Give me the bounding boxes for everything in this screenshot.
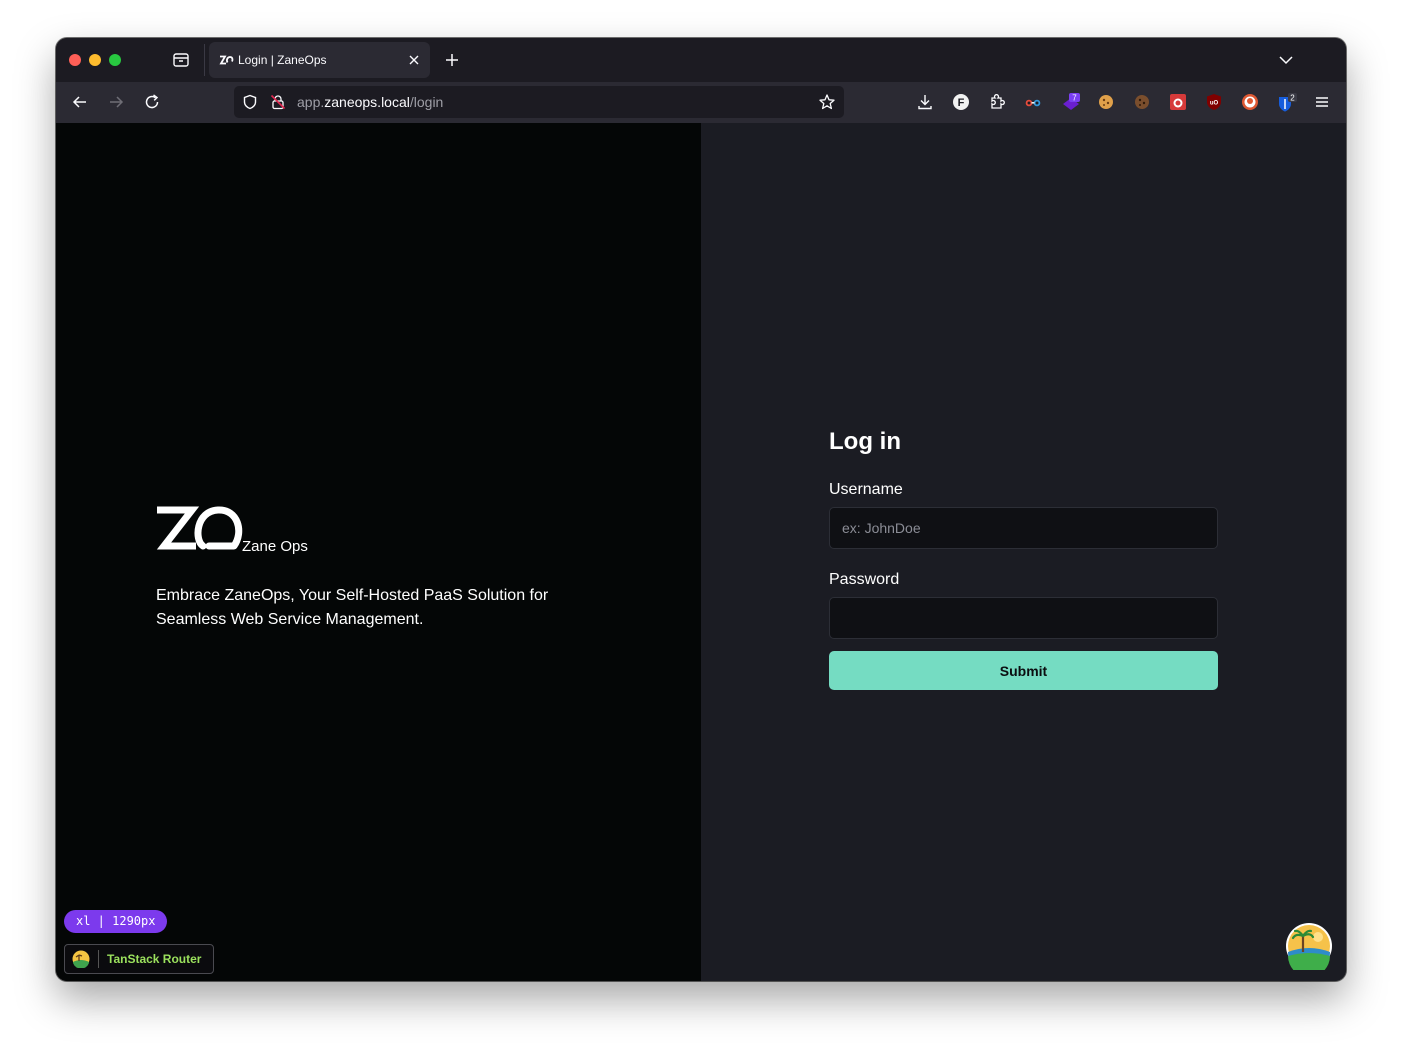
f-extension-letter: F (958, 97, 965, 109)
tab-separator (204, 44, 205, 76)
page-content: Zane Ops Embrace ZaneOps, Your Self-Host… (56, 123, 1346, 981)
browser-window: Login | ZaneOps app.zaneops.local/login … (56, 38, 1346, 981)
password-label: Password (829, 571, 900, 588)
shield-icon[interactable] (242, 94, 258, 110)
tanstack-router-label: TanStack Router (107, 952, 202, 966)
login-title: Log in (829, 428, 901, 455)
download-icon[interactable] (916, 93, 934, 111)
back-arrow-icon[interactable] (71, 93, 89, 111)
username-input[interactable] (829, 507, 1218, 549)
minimize-window-button[interactable] (89, 54, 101, 66)
red-extension-icon[interactable] (1169, 93, 1187, 111)
submit-button[interactable]: Submit (829, 651, 1218, 690)
bitwarden-badge: 2 (1290, 94, 1295, 103)
zaneops-logo (156, 506, 244, 552)
dark-cookie-icon[interactable] (1133, 93, 1151, 111)
bookmark-star-icon[interactable] (818, 93, 836, 111)
url-host: zaneops.local (324, 94, 410, 110)
brand-pane: Zane Ops Embrace ZaneOps, Your Self-Host… (56, 123, 701, 981)
breakpoint-badge: xl | 1290px (64, 910, 168, 933)
navigation-toolbar: app.zaneops.local/login F 7 uO 2 (56, 82, 1346, 123)
tanstack-router-devtools-button[interactable]: TanStack Router (64, 944, 214, 974)
tanstack-query-devtools-button[interactable] (1285, 922, 1333, 977)
tab-manager-icon[interactable] (172, 51, 190, 69)
password-input[interactable] (829, 597, 1218, 639)
menu-icon[interactable] (1313, 93, 1331, 111)
brand-tagline: Embrace ZaneOps, Your Self-Hosted PaaS S… (156, 587, 549, 628)
reload-icon[interactable] (143, 93, 161, 111)
close-tab-icon[interactable] (406, 52, 422, 68)
cookie-icon[interactable] (1097, 93, 1115, 111)
duckduckgo-icon[interactable] (1241, 93, 1259, 111)
username-label: Username (829, 481, 903, 498)
new-tab-icon[interactable] (443, 51, 461, 69)
glasses-extension-icon[interactable] (1024, 93, 1042, 111)
zaneops-favicon-icon (218, 52, 234, 68)
purple-extension-badge: 7 (1072, 94, 1077, 103)
f-extension-icon[interactable]: F (952, 93, 970, 111)
tab-login[interactable]: Login | ZaneOps (209, 42, 430, 78)
bitwarden-icon[interactable]: 2 (1277, 93, 1297, 112)
login-pane: Log in Username Password Submit (701, 123, 1346, 981)
url-text: app.zaneops.local/login (297, 94, 443, 110)
purple-extension-icon[interactable]: 7 (1061, 93, 1080, 111)
ublock-letters: uO (1210, 101, 1219, 107)
tanstack-logo-icon (72, 950, 90, 969)
brand-name: Zane Ops (242, 538, 308, 555)
insecure-lock-icon[interactable] (270, 94, 286, 110)
address-bar[interactable]: app.zaneops.local/login (234, 86, 844, 118)
chevron-down-icon[interactable] (1277, 51, 1295, 69)
title-bar: Login | ZaneOps (56, 38, 1346, 82)
close-window-button[interactable] (69, 54, 81, 66)
maximize-window-button[interactable] (109, 54, 121, 66)
puzzle-icon[interactable] (988, 93, 1006, 111)
url-path: /login (409, 94, 444, 110)
url-prefix: app. (297, 94, 325, 110)
forward-arrow-icon[interactable] (107, 93, 125, 111)
tanstack-separator (98, 950, 99, 968)
tab-title: Login | ZaneOps (238, 53, 327, 67)
ublock-icon[interactable]: uO (1205, 93, 1223, 111)
